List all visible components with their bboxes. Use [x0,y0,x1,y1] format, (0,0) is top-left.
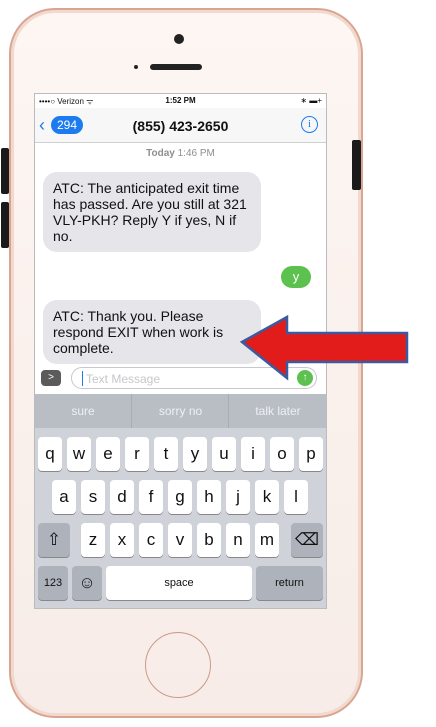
annotation-layer [239,314,409,381]
red-arrow-annotation [239,314,409,381]
